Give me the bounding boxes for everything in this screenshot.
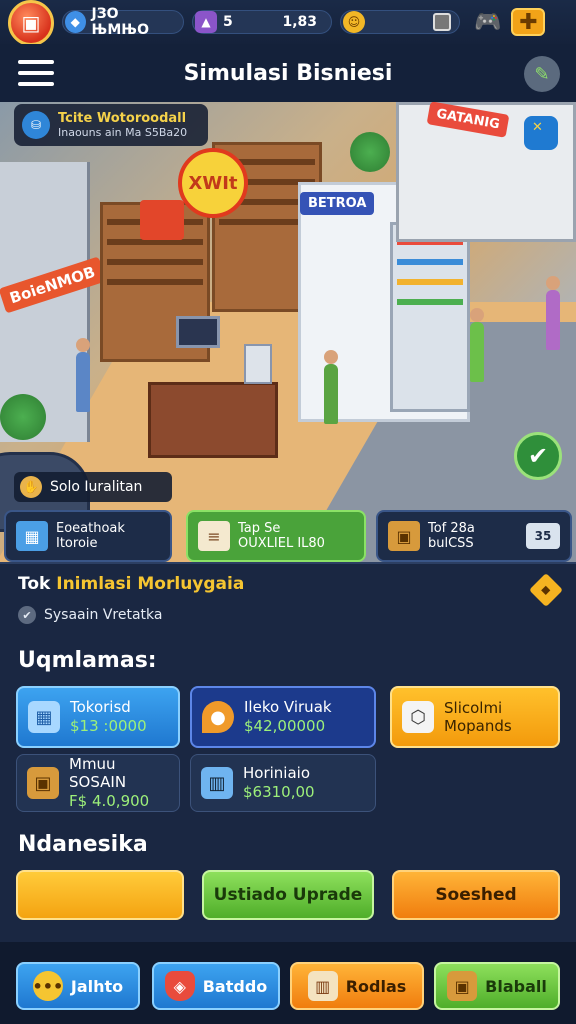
store-info-icon: ⛁: [22, 111, 50, 139]
section-label-actions: Ndanesika: [18, 832, 148, 857]
store-scene[interactable]: BoieNMOB XWIt BETROA GATANIG ✕ ⛁ Tcite W…: [0, 102, 576, 562]
scene-tab-1-line2: Itoroie: [56, 536, 98, 551]
inventory-card-2-value: $42,00000: [244, 717, 326, 735]
nav-storage[interactable]: ▣ Blaball: [434, 962, 560, 1010]
header: Simulasi Bisniesi ✎: [0, 44, 576, 102]
potion-icon: ▲: [195, 11, 217, 33]
plant-center: [350, 132, 390, 172]
inventory-card-4-value: F$ 4.0,900: [69, 792, 150, 810]
scene-tab-2-line1: Tap Se: [238, 521, 281, 536]
action-button-3[interactable]: Soeshed: [392, 870, 560, 920]
game-screen: ▣ ◆ ЈЗО ЊМЊО ▲ 5 1,83 ☺ 🎮 ✚ Simulasi Bis…: [0, 0, 576, 1024]
box-icon: ▣: [27, 767, 59, 799]
section-label-inventory: Uqmlamas:: [18, 648, 157, 673]
cube-icon: ▦: [28, 701, 60, 733]
inventory-card-3-name: Slicolmi: [444, 699, 503, 717]
coin-icon: ☺: [343, 11, 365, 33]
person-shopper: [324, 350, 338, 424]
inventory-card-5[interactable]: ▥ Horiniaio $6310,00: [190, 754, 376, 812]
nav-shop-label: Rodlas: [345, 976, 407, 996]
inventory-card-1-value: $13 :0000: [70, 717, 147, 735]
scene-status-pill[interactable]: ✋ Solo Iuralitan: [14, 472, 172, 502]
shield-icon: ◈: [164, 971, 195, 1001]
shelf-kiosk: [390, 222, 470, 412]
scene-tab-1[interactable]: ▦ Eoeathoak Itoroie: [4, 510, 172, 562]
nav-chat[interactable]: ••• Jalhto: [16, 962, 140, 1010]
inventory-card-5-name: Horiniaio: [243, 764, 311, 782]
store-info-title: Tcite Wotoroodall: [58, 111, 187, 126]
crate-icon: ▣: [447, 971, 478, 1001]
inventory-card-3-value: Mopands: [444, 717, 512, 735]
resource-coins-value: ЈЗО ЊМЊО: [91, 6, 150, 38]
scene-tab-3-line1: Tof 28a: [428, 521, 475, 536]
panel-subtitle: ✔ Sysaain Vretatka: [18, 606, 162, 624]
store-sign-red: [140, 200, 184, 240]
person-cashier: [76, 338, 90, 412]
calculator-icon[interactable]: 35: [526, 523, 560, 549]
stack-icon: ≡: [198, 521, 230, 551]
nav-battle[interactable]: ◈ Batddo: [152, 962, 280, 1010]
plant-left: [0, 394, 46, 440]
game-logo[interactable]: ▣: [8, 0, 54, 46]
check-icon: ✔: [18, 606, 36, 624]
box-icon: ▦: [16, 521, 48, 551]
add-currency-button[interactable]: ✚: [511, 8, 546, 36]
hand-icon: ✋: [20, 476, 42, 498]
nav-chat-label: Jalhto: [70, 976, 124, 996]
basket-icon: ▥: [307, 971, 338, 1001]
person-browser: [470, 308, 484, 382]
register: [244, 344, 272, 384]
panel-title: Tok Inimlasi Morluygaia: [18, 574, 244, 594]
checkout-counter: [148, 382, 278, 458]
nav-shop[interactable]: ▥ Rodlas: [290, 962, 424, 1010]
nav-battle-label: Batddo: [202, 976, 268, 996]
person-walker: [546, 276, 560, 350]
chart-icon: ▥: [201, 767, 233, 799]
crate-icon: ▣: [388, 521, 420, 551]
inventory-card-2-name: Ileko Viruak: [244, 698, 332, 716]
gem-icon: ◆: [65, 11, 86, 33]
scene-status-text: Solo Iuralitan: [50, 479, 143, 495]
panel-title-highlight: Inimlasi Morluygaia: [56, 574, 245, 594]
resource-gold[interactable]: ☺: [340, 10, 460, 34]
inventory-card-4-name: Mmuu SOSAIN: [69, 755, 127, 791]
scene-tab-1-line1: Eoeathoak: [56, 521, 125, 536]
wrench-icon[interactable]: ✎: [524, 56, 560, 92]
store-sign-kiosk: BETROA: [300, 192, 375, 215]
inventory-card-3[interactable]: ⬡ Slicolmi Mopands: [390, 686, 560, 748]
phone-icon[interactable]: ✔: [514, 432, 562, 480]
action-button-1[interactable]: [16, 870, 184, 920]
inventory-card-1-name: Tokorisd: [70, 698, 131, 716]
package-icon: ⬡: [402, 701, 434, 733]
store-sign-main: XWIt: [178, 148, 248, 218]
inventory-card-5-value: $6310,00: [243, 783, 315, 801]
top-icons: 🎮 ✚: [474, 8, 546, 36]
panel-subtitle-text: Sysaain Vretatka: [44, 607, 163, 623]
status-bar: ▣ ◆ ЈЗО ЊМЊО ▲ 5 1,83 ☺ 🎮 ✚: [0, 0, 576, 46]
tools-sign: ✕: [524, 116, 558, 150]
upgrade-button[interactable]: Ustiado Uprade: [202, 870, 374, 920]
gold-bar-icon: [433, 13, 451, 31]
resource-coins[interactable]: ◆ ЈЗО ЊМЊО: [62, 6, 184, 38]
resource-energy-max: 1,83: [282, 14, 317, 30]
store-info-subtitle: Inaouns ain Ma S5Ba20: [58, 126, 188, 139]
inventory-card-2[interactable]: ● Ileko Viruak $42,00000: [190, 686, 376, 748]
store-info-card[interactable]: ⛁ Tcite Wotoroodall Inaouns ain Ma S5Ba2…: [14, 104, 208, 146]
nav-storage-label: Blaball: [485, 976, 547, 996]
scene-tab-3-line2: bulCSS: [428, 536, 474, 551]
scene-tab-2[interactable]: ≡ Tap Se OUXLIEL IL80: [186, 510, 366, 562]
inventory-card-4[interactable]: ▣ Mmuu SOSAIN F$ 4.0,900: [16, 754, 180, 812]
inventory-card-1[interactable]: ▦ Tokorisd $13 :0000: [16, 686, 180, 748]
gamepad-icon[interactable]: 🎮: [474, 10, 501, 35]
menu-icon[interactable]: [18, 60, 54, 86]
page-title: Simulasi Bisniesi: [183, 60, 393, 86]
panel-title-prefix: Tok: [18, 574, 57, 594]
chat-icon: •••: [33, 971, 63, 1001]
scene-tab-2-line2: OUXLIEL IL80: [238, 536, 325, 551]
scene-tab-3[interactable]: ▣ Tof 28a bulCSS 35: [376, 510, 572, 562]
resource-energy[interactable]: ▲ 5 1,83: [192, 10, 332, 34]
resource-energy-value: 5: [223, 14, 233, 30]
map-pin-icon: ●: [202, 701, 234, 733]
monitor: [176, 316, 220, 348]
